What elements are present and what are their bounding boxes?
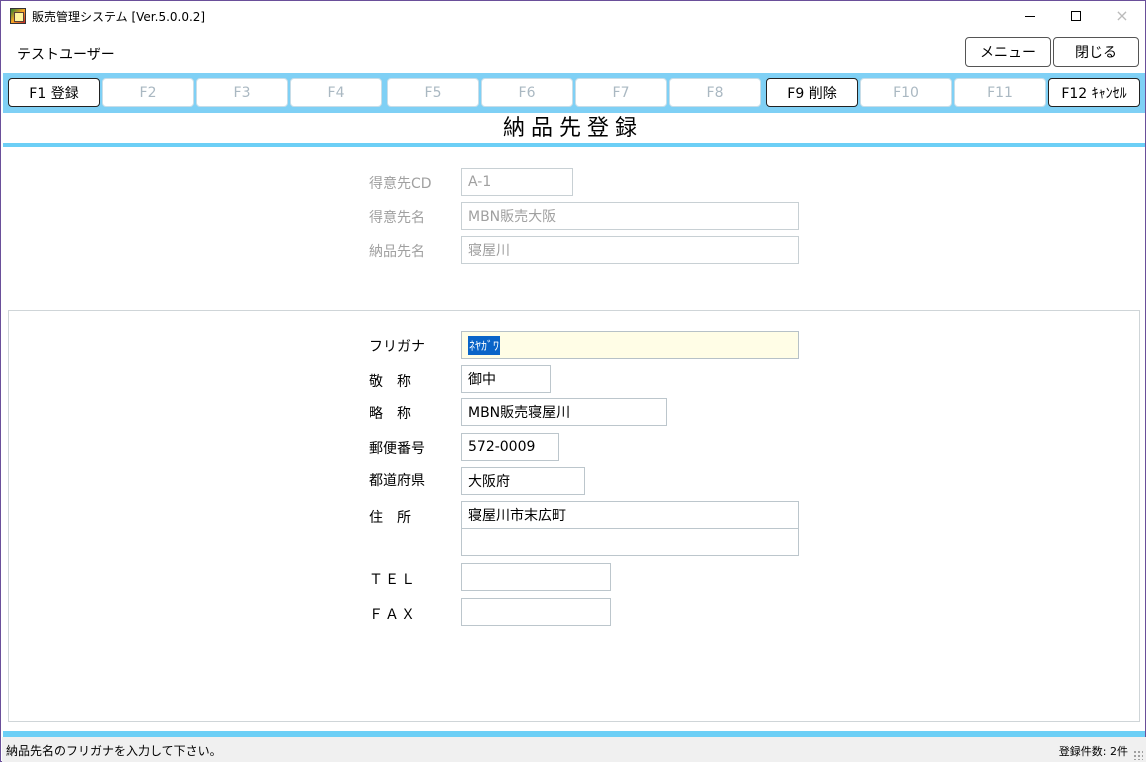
fax-label: ＦＡＸ (369, 607, 417, 623)
title-divider (3, 143, 1145, 147)
maximize-button[interactable] (1053, 1, 1099, 31)
postal-code-input[interactable]: 572-0009 (461, 433, 559, 461)
f11-button[interactable]: F11 (954, 78, 1046, 107)
honorific-input[interactable]: 御中 (461, 365, 551, 393)
tel-label: ＴＥＬ (369, 572, 417, 588)
delivery-name-label: 納品先名 (369, 244, 425, 260)
f5-button[interactable]: F5 (387, 78, 479, 107)
short-name-label: 略 称 (369, 406, 411, 422)
close-icon: × (1115, 6, 1129, 25)
f9-delete-button[interactable]: F9 削除 (766, 78, 858, 107)
window-title: 販売管理システム [Ver.5.0.0.2] (32, 10, 206, 24)
f12-cancel-button[interactable]: F12 ｷｬﾝｾﾙ (1048, 78, 1140, 107)
address-line2-input[interactable] (461, 528, 799, 556)
tel-input[interactable] (461, 563, 611, 591)
f7-button[interactable]: F7 (575, 78, 667, 107)
menu-button[interactable]: メニュー (965, 37, 1051, 67)
f2-button[interactable]: F2 (102, 78, 194, 107)
record-count: 登録件数: 2件 (1058, 745, 1128, 758)
postal-code-label: 郵便番号 (369, 441, 425, 457)
address-label: 住 所 (369, 510, 411, 526)
customer-name-label: 得意先名 (369, 210, 425, 226)
status-message: 納品先名のフリガナを入力して下さい。 (6, 744, 222, 758)
title-bar: 販売管理システム [Ver.5.0.0.2] × (1, 1, 1145, 31)
user-name: テストユーザー (17, 47, 115, 63)
prefecture-label: 都道府県 (369, 473, 425, 489)
short-name-input[interactable]: MBN販売寝屋川 (461, 398, 667, 426)
furigana-value: ﾈﾔｶﾞﾜ (468, 335, 501, 355)
maximize-icon (1071, 11, 1081, 21)
honorific-label: 敬 称 (369, 374, 411, 390)
f6-button[interactable]: F6 (481, 78, 573, 107)
customer-cd-label: 得意先CD (369, 176, 432, 192)
address-line1-input[interactable]: 寝屋川市末広町 (461, 501, 799, 529)
customer-cd-field: A-1 (461, 168, 573, 196)
close-button[interactable]: 閉じる (1053, 37, 1139, 67)
delivery-name-field: 寝屋川 (461, 236, 799, 264)
f8-button[interactable]: F8 (669, 78, 761, 107)
minimize-icon (1025, 15, 1035, 17)
f3-button[interactable]: F3 (196, 78, 288, 107)
customer-name-field: MBN販売大阪 (461, 202, 799, 230)
window-close-button[interactable]: × (1099, 1, 1145, 31)
f4-button[interactable]: F4 (290, 78, 382, 107)
page-title: 納品先登録 (502, 116, 643, 141)
prefecture-input[interactable]: 大阪府 (461, 467, 585, 495)
function-key-bar: F1 登録 F2 F3 F4 F5 F6 F7 F8 F9 削除 F10 F11… (3, 73, 1145, 113)
fax-input[interactable] (461, 598, 611, 626)
minimize-button[interactable] (1007, 1, 1053, 31)
status-bar: 納品先名のフリガナを入力して下さい。 登録件数: 2件 (2, 737, 1146, 762)
furigana-label: フリガナ (369, 339, 425, 355)
furigana-input[interactable]: ﾈﾔｶﾞﾜ (461, 331, 799, 359)
resize-grip-icon[interactable] (1133, 750, 1143, 760)
f10-button[interactable]: F10 (860, 78, 952, 107)
app-icon (10, 8, 26, 24)
f1-register-button[interactable]: F1 登録 (8, 78, 100, 107)
app-window: 販売管理システム [Ver.5.0.0.2] × テストユーザー メニュー 閉じ… (0, 0, 1146, 762)
